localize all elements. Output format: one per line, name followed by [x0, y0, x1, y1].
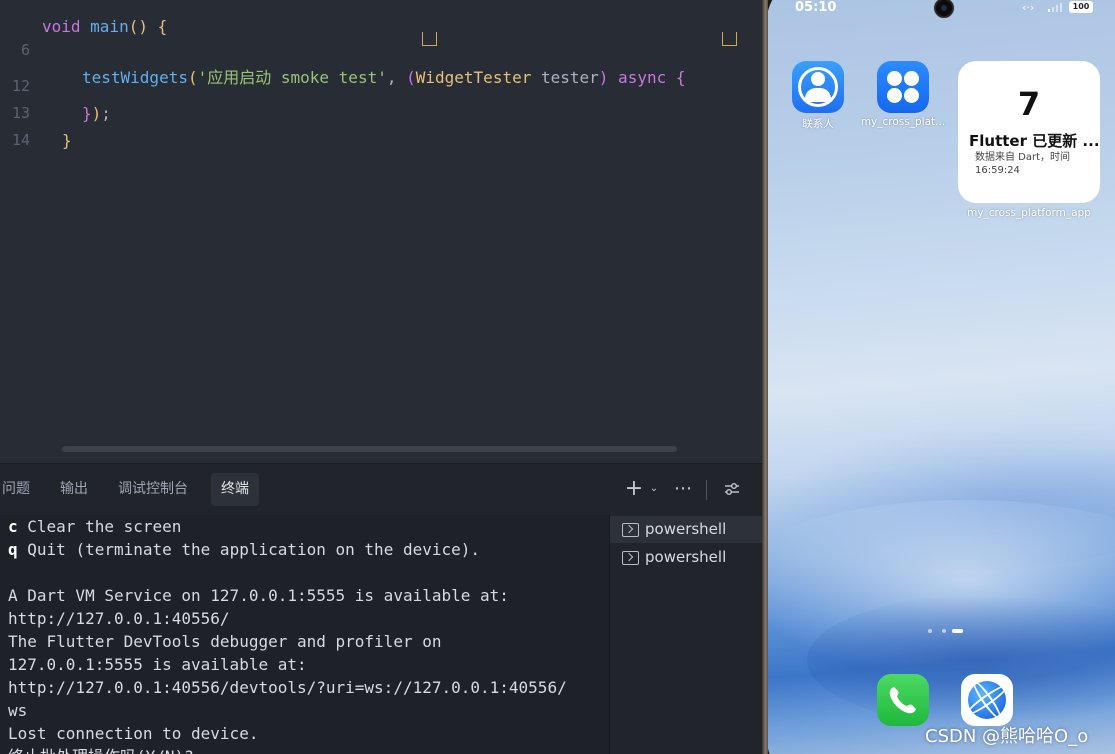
cross-platform-app-label: my_cross_plat...: [860, 116, 946, 128]
terminal-instance-list: powershell powershell: [609, 515, 762, 754]
terminal-line: http://127.0.0.1:40556/: [8, 609, 230, 628]
terminal-line: 127.0.0.1:5555 is available at:: [8, 655, 307, 674]
flower-icon: [887, 71, 902, 86]
plus-icon[interactable]: +: [624, 476, 644, 502]
terminal-line: http://127.0.0.1:40556/devtools/?uri=ws:…: [8, 678, 567, 697]
settings-sliders-icon[interactable]: [722, 476, 742, 502]
terminal-line: c Clear the screen: [8, 517, 182, 536]
tab-problems[interactable]: 问题: [0, 473, 40, 506]
widget-title: Flutter 已更新 ...: [969, 132, 1100, 150]
terminal-line: 终止批处理操作吗(Y/N)?: [8, 745, 194, 754]
fold-marker: [422, 32, 437, 46]
tab-terminal[interactable]: 终端: [211, 473, 259, 506]
phone-icon: [889, 687, 916, 714]
phone-dialer-app-icon[interactable]: [877, 674, 929, 726]
terminal-line: Lost connection to device.: [8, 724, 259, 743]
fold-marker: [722, 32, 737, 46]
contacts-app-icon[interactable]: [792, 61, 844, 113]
tab-output[interactable]: 输出: [50, 473, 98, 506]
terminal-icon: [622, 523, 639, 537]
home-widget[interactable]: 7 Flutter 已更新 ... 数据来自 Dart，时间 16:59:24: [958, 61, 1100, 203]
battery-indicator: 100: [1069, 1, 1093, 13]
watermark: CSDN @熊哈哈O_o: [925, 726, 1089, 747]
widget-app-label: my_cross_platform_app: [967, 207, 1091, 219]
phone-frame: [762, 0, 768, 754]
panel-tabbar: 问题 输出 调试控制台 终端 + ⌄ ⋯: [0, 464, 762, 515]
widget-count: 7: [1017, 85, 1041, 123]
terminal-line: q Quit (terminate the application on the…: [8, 540, 481, 559]
chevron-down-icon[interactable]: ⌄: [648, 476, 660, 502]
code-line-6: 6 testWidgets('应用启动 smoke test', (Widget…: [0, 10, 762, 87]
toolbar-divider: [706, 480, 707, 500]
browser-app-icon[interactable]: [961, 674, 1013, 726]
terminal-line: ws: [8, 701, 28, 720]
code-editor[interactable]: void main() { 6 testWidgets('应用启动 smoke …: [0, 0, 762, 463]
globe-icon: [968, 681, 1006, 719]
terminal-line: The Flutter DevTools debugger and profil…: [8, 632, 442, 651]
terminal-line: A Dart VM Service on 127.0.0.1:5555 is a…: [8, 586, 509, 605]
code-line-13: 13 }: [0, 73, 762, 150]
terminal-icon: [622, 551, 639, 565]
terminal-instance-powershell-1[interactable]: powershell: [610, 516, 762, 543]
status-time: 05:10: [795, 0, 837, 15]
horizontal-scrollbar[interactable]: [62, 446, 677, 452]
cross-platform-app-icon[interactable]: [877, 61, 929, 113]
terminal-instance-powershell-2[interactable]: powershell: [610, 544, 762, 571]
tab-debug-console[interactable]: 调试控制台: [108, 473, 198, 506]
bottom-panel: 问题 输出 调试控制台 终端 + ⌄ ⋯ c Clear the screen …: [0, 463, 762, 754]
widget-subtitle: 数据来自 Dart，时间 16:59:24: [975, 152, 1071, 176]
line-number: 14: [11, 131, 30, 149]
code-line-14: 14: [0, 100, 762, 149]
signal-icon: [1046, 0, 1066, 20]
more-icon[interactable]: ⋯: [672, 476, 694, 502]
code-line-12: 12 });: [0, 46, 762, 123]
contacts-app-label: 联系人: [802, 118, 834, 130]
terminal-output[interactable]: c Clear the screen q Quit (terminate the…: [0, 515, 609, 754]
network-icon: ‹·›: [1022, 1, 1035, 14]
